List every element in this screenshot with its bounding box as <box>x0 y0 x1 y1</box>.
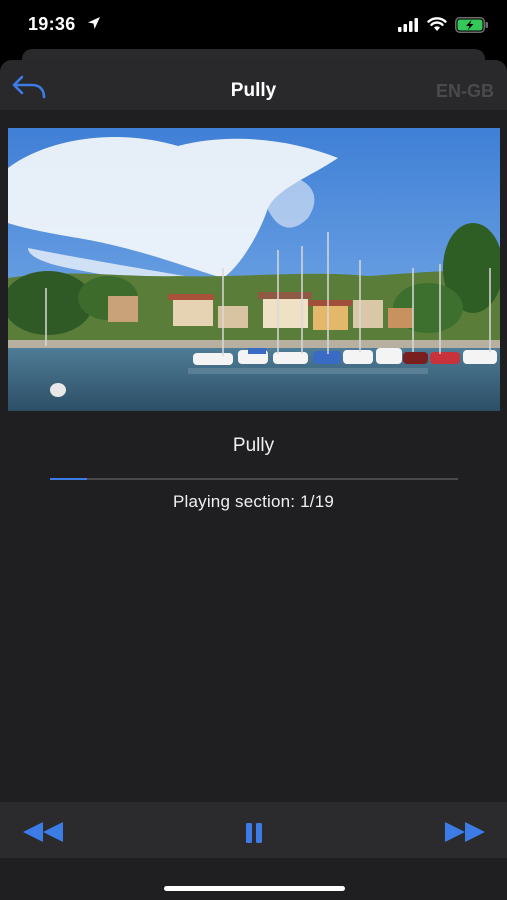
location-photo <box>8 128 500 411</box>
language-button[interactable]: EN-GB <box>436 81 494 102</box>
track-title: Pully <box>232 435 275 456</box>
progress-slider[interactable] <box>50 478 458 480</box>
wifi-icon <box>427 17 447 31</box>
status-bar: 19:36 <box>0 0 507 50</box>
player-controls <box>0 802 507 858</box>
player-sheet: Pully EN-GB Pully Playing section: 1/19 <box>0 60 507 900</box>
cellular-signal-icon <box>398 18 418 32</box>
status-time: 19:36 <box>28 14 76 34</box>
progress-fill <box>50 478 87 480</box>
section-status: Playing section: 1/19 <box>172 492 335 511</box>
battery-charging-icon <box>455 17 488 33</box>
pause-icon[interactable] <box>243 822 265 844</box>
home-indicator[interactable] <box>164 886 345 891</box>
fast-forward-icon[interactable] <box>444 822 486 842</box>
page-title: Pully <box>230 80 277 101</box>
harbor-photo <box>8 128 500 411</box>
nav-bar: Pully EN-GB <box>0 60 507 110</box>
location-arrow-icon <box>88 17 100 29</box>
rewind-icon[interactable] <box>22 822 64 842</box>
